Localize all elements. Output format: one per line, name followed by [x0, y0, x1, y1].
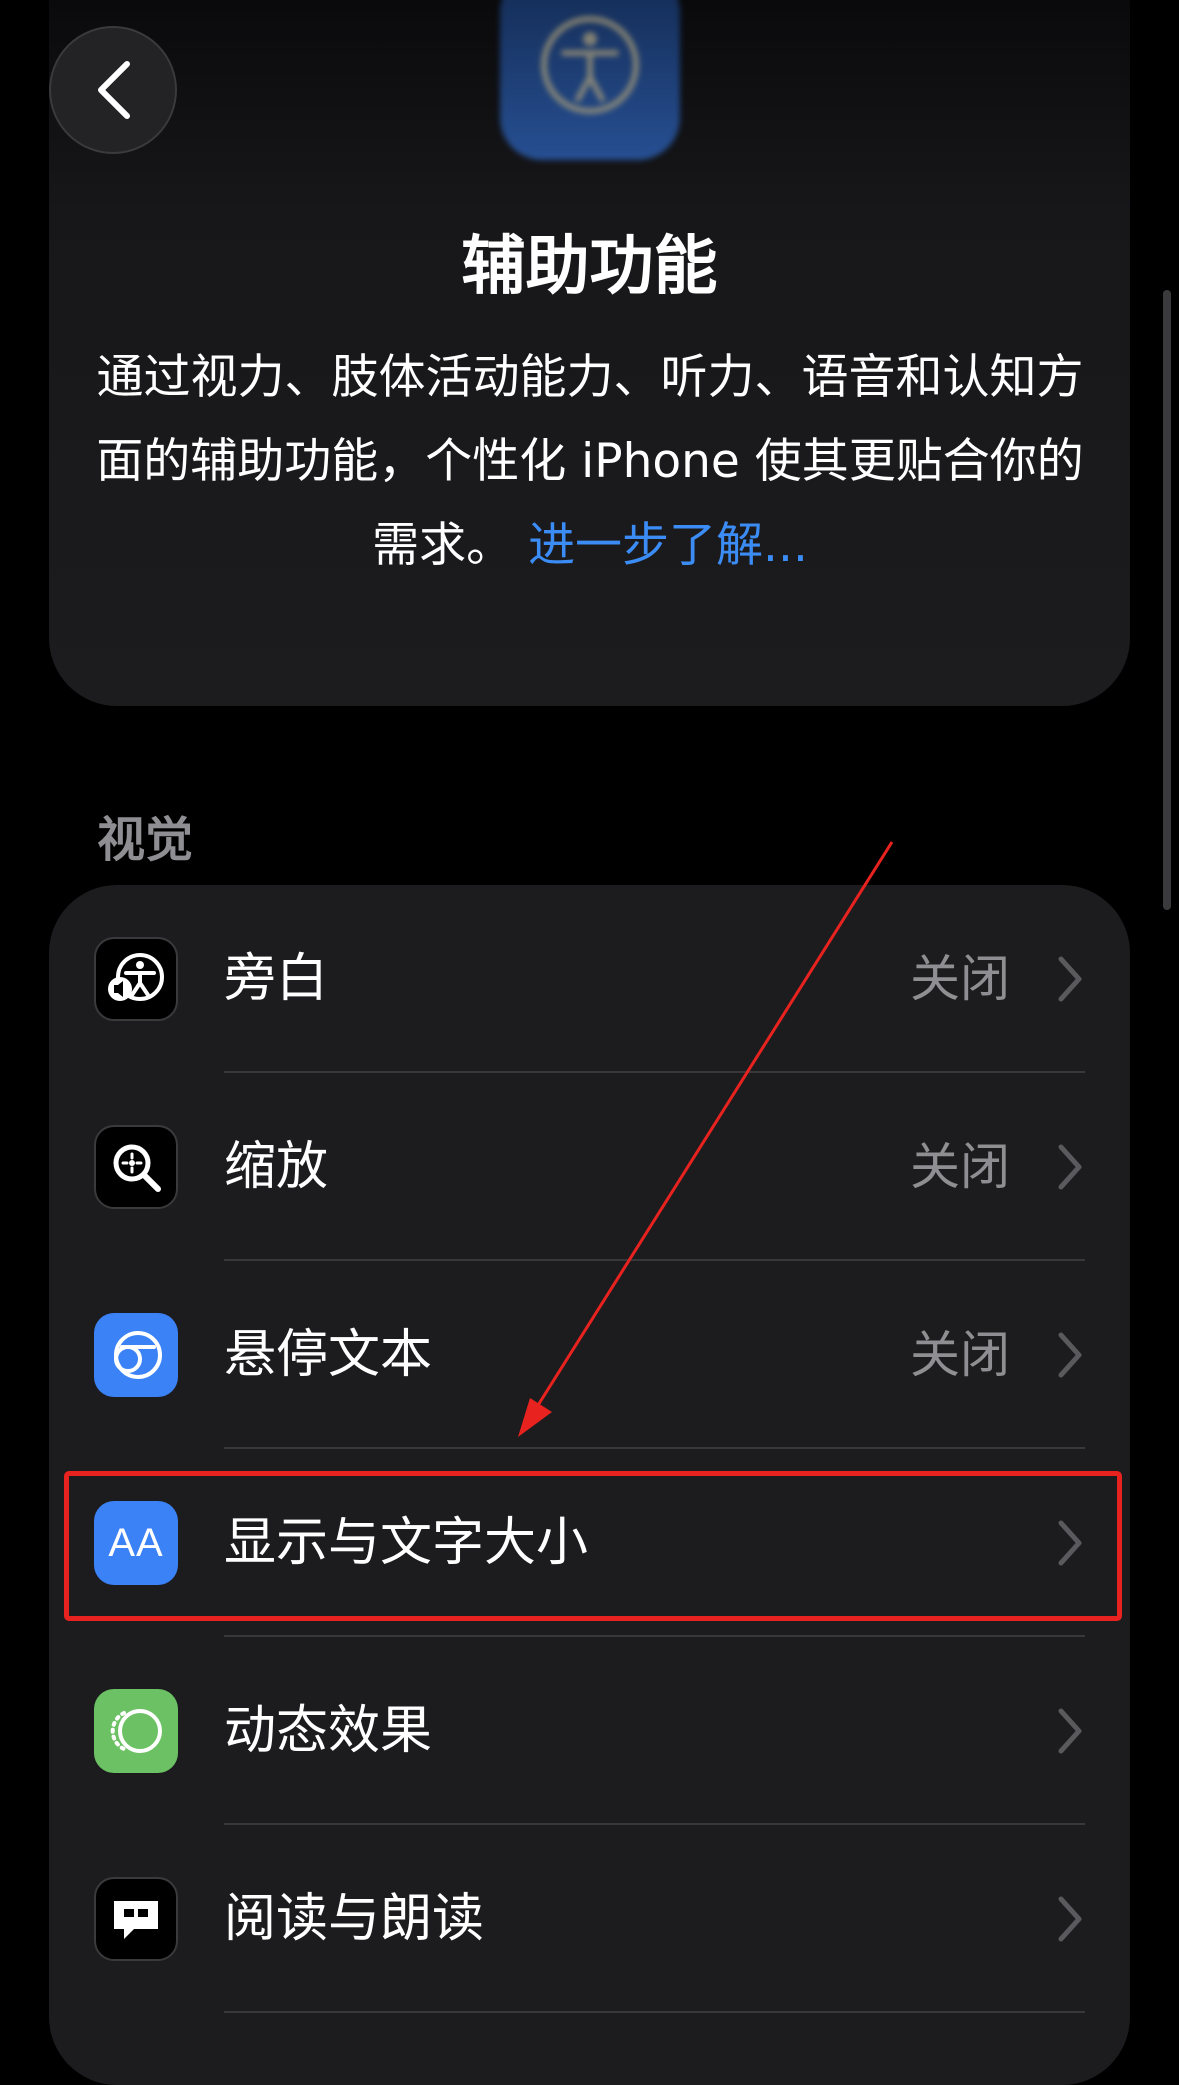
spoken-content-icon — [94, 1877, 178, 1961]
row-label: 悬停文本 — [224, 1325, 433, 1385]
row-zoom[interactable]: 缩放 关闭 — [49, 1073, 1130, 1261]
row-status: 关闭 — [910, 1138, 1010, 1196]
divider — [224, 2011, 1085, 2013]
hover-text-icon — [94, 1313, 178, 1397]
motion-icon — [94, 1689, 178, 1773]
row-status: 关闭 — [910, 1326, 1010, 1384]
learn-more-link[interactable]: 进一步了解... — [528, 518, 808, 573]
back-button[interactable] — [49, 26, 177, 154]
chevron-right-icon — [1058, 956, 1082, 1002]
row-voiceover[interactable]: 旁白 关闭 — [49, 885, 1130, 1073]
section-header-vision: 视觉 — [97, 812, 194, 868]
row-spoken-content[interactable]: 阅读与朗读 — [49, 1825, 1130, 2013]
page-title: 辅助功能 — [461, 230, 718, 304]
chevron-right-icon — [1058, 1332, 1082, 1378]
scroll-indicator[interactable] — [1163, 290, 1171, 910]
chevron-right-icon — [1058, 1144, 1082, 1190]
annotation-highlight-box — [64, 1471, 1122, 1621]
chevron-right-icon — [1058, 1708, 1082, 1754]
voiceover-icon — [94, 937, 178, 1021]
row-motion[interactable]: 动态效果 — [49, 1637, 1130, 1825]
row-hover-text[interactable]: 悬停文本 关闭 — [49, 1261, 1130, 1449]
accessibility-app-icon — [500, 0, 680, 160]
chevron-left-icon — [98, 61, 130, 119]
row-status: 关闭 — [910, 950, 1010, 1008]
row-label: 旁白 — [224, 949, 329, 1009]
zoom-icon — [94, 1125, 178, 1209]
row-label: 阅读与朗读 — [224, 1889, 485, 1949]
row-label: 缩放 — [224, 1137, 329, 1197]
row-label: 动态效果 — [224, 1701, 433, 1761]
chevron-right-icon — [1058, 1896, 1082, 1942]
page-description: 通过视力、肢体活动能力、听力、语音和认知方面的辅助功能，个性化 iPhone 使… — [95, 336, 1085, 588]
